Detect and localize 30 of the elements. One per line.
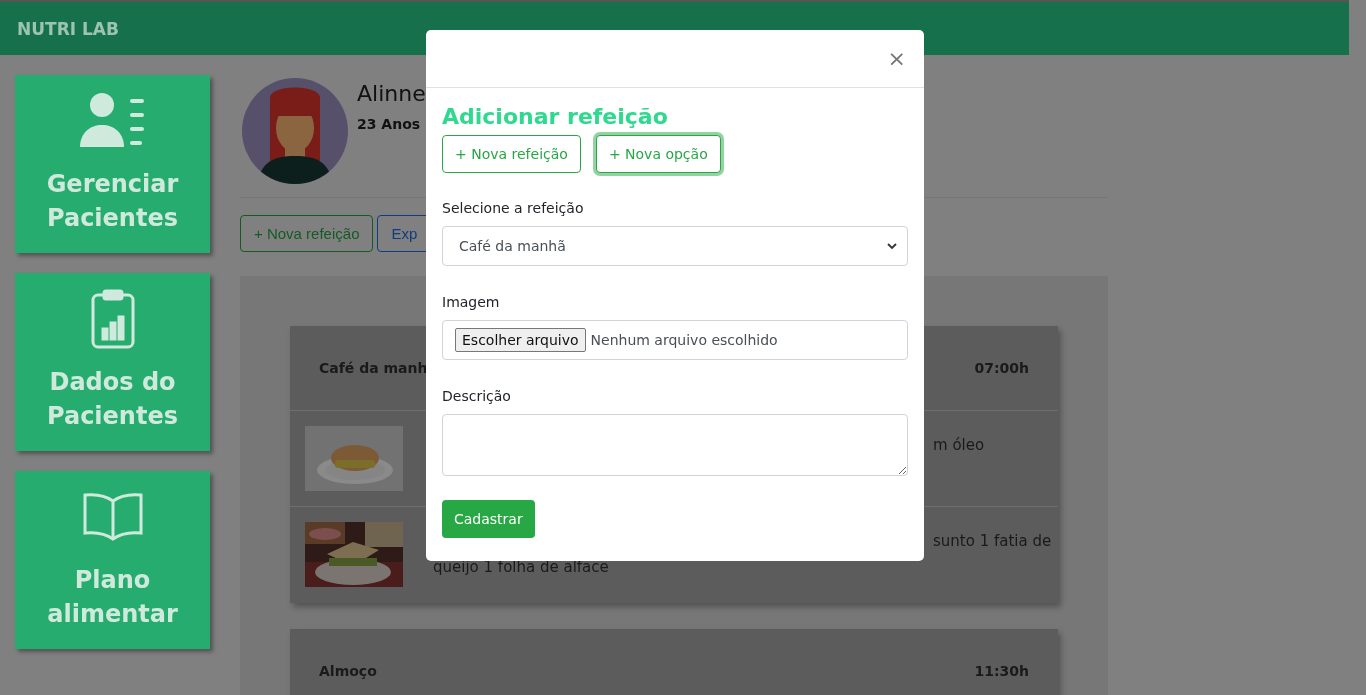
add-button[interactable]: + Nova refeição bbox=[442, 135, 581, 173]
meal-name: Café da manh bbox=[319, 360, 428, 376]
field-label: Descrição bbox=[442, 388, 512, 404]
modal-title: Adicionar refeição bbox=[442, 104, 669, 129]
meal-time: 07:00h bbox=[974, 360, 1029, 376]
sidebar-label: Dados do Pacientes bbox=[46, 367, 179, 432]
patient-age: 23 Anos bbox=[357, 116, 422, 132]
option-description: m óleo bbox=[933, 435, 985, 456]
close-button[interactable]: × bbox=[887, 47, 906, 70]
chevron-icon bbox=[887, 242, 897, 250]
file-status: Nenhum arquivo escolhido bbox=[590, 332, 778, 348]
action-button[interactable]: + Nova refeição bbox=[240, 215, 374, 252]
sidebar-label: Plano alimentar bbox=[46, 565, 179, 630]
meal-time: 11:30h bbox=[974, 663, 1029, 679]
choose-file-button[interactable]: Escolher arquivo bbox=[455, 328, 586, 352]
submit-button[interactable]: Cadastrar bbox=[442, 500, 535, 538]
meal-select[interactable]: Café da manhã bbox=[442, 226, 908, 266]
option-description: sunto 1 fatia de bbox=[933, 531, 1052, 552]
field-label: Imagem bbox=[442, 294, 501, 310]
sidebar-item[interactable]: Plano alimentar bbox=[15, 471, 210, 649]
add-button[interactable]: + Nova opção bbox=[595, 135, 721, 173]
sidebar-item[interactable]: Gerenciar Pacientes bbox=[15, 75, 210, 253]
meal-name: Almoço bbox=[319, 663, 377, 679]
sidebar-item[interactable]: Dados do Pacientes bbox=[15, 273, 210, 451]
description-field[interactable] bbox=[442, 414, 908, 476]
patient-name: Alinne bbox=[357, 81, 426, 106]
brand-title[interactable]: NUTRI LAB bbox=[17, 18, 119, 39]
sidebar-label: Gerenciar Pacientes bbox=[45, 169, 180, 234]
field-label: Selecione a refeição bbox=[442, 200, 585, 216]
file-input[interactable]: Escolher arquivo Nenhum arquivo escolhido bbox=[442, 320, 908, 360]
